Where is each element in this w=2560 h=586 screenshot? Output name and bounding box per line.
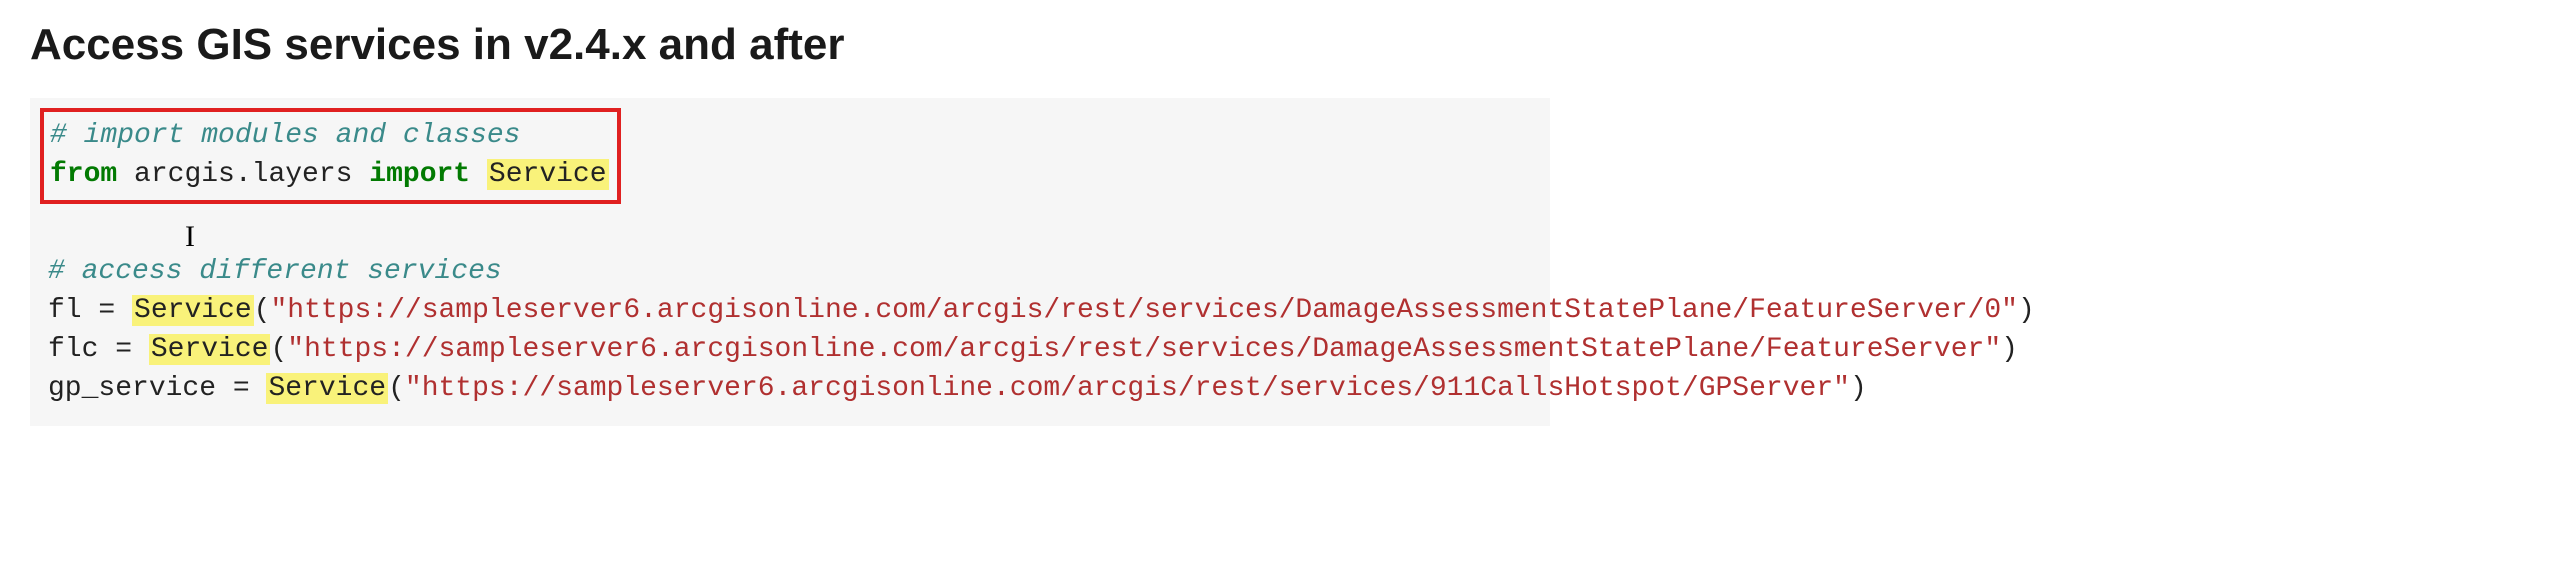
equals: = xyxy=(82,295,132,326)
code-comment: # import modules and classes xyxy=(50,120,520,151)
highlight-box: # import modules and classes from arcgis… xyxy=(40,108,621,204)
var-name: flc xyxy=(48,334,98,365)
paren-open: ( xyxy=(270,334,287,365)
string-literal: "https://sampleserver6.arcgisonline.com/… xyxy=(405,373,1850,404)
module-name: arcgis.layers xyxy=(134,159,352,190)
equals: = xyxy=(216,373,266,404)
keyword-import: import xyxy=(369,159,470,190)
equals: = xyxy=(98,334,148,365)
string-literal: "https://sampleserver6.arcgisonline.com/… xyxy=(270,295,2017,326)
string-literal: "https://sampleserver6.arcgisonline.com/… xyxy=(287,334,2001,365)
paren-close: ) xyxy=(1850,373,1867,404)
call-name: Service xyxy=(266,373,388,404)
paren-close: ) xyxy=(2018,295,2035,326)
var-name: fl xyxy=(48,295,82,326)
section-heading: Access GIS services in v2.4.x and after xyxy=(30,20,2530,70)
paren-open: ( xyxy=(254,295,271,326)
paren-close: ) xyxy=(2001,334,2018,365)
code-comment: # access different services xyxy=(48,256,502,287)
call-name: Service xyxy=(132,295,254,326)
keyword-from: from xyxy=(50,159,117,190)
text-cursor-icon: I xyxy=(185,216,195,258)
class-name: Service xyxy=(487,159,609,190)
var-name: gp_service xyxy=(48,373,216,404)
paren-open: ( xyxy=(388,373,405,404)
code-block: # import modules and classes from arcgis… xyxy=(30,98,1550,426)
call-name: Service xyxy=(149,334,271,365)
